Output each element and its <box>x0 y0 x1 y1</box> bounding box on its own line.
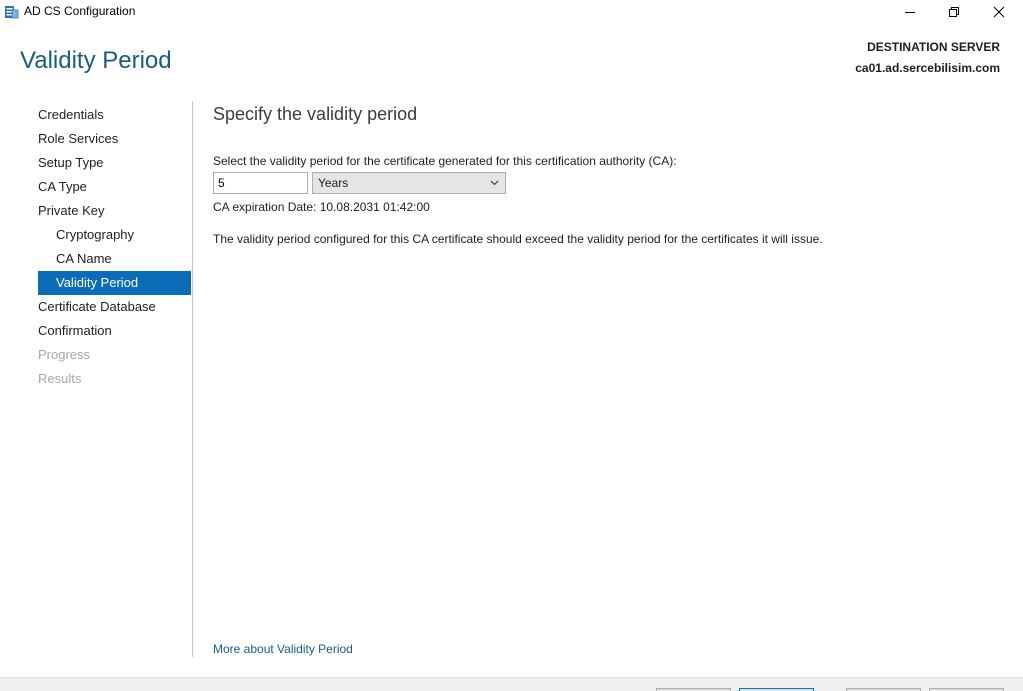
nav-item-progress: Progress <box>38 347 91 362</box>
chevron-down-icon <box>490 180 499 186</box>
ca-expiration-date: CA expiration Date: 10.08.2031 01:42:00 <box>213 200 430 214</box>
nav-item-ca-name[interactable]: CA Name <box>38 247 191 271</box>
wizard-nav: Credentials Role Services Setup Type CA … <box>38 103 191 391</box>
restore-icon <box>949 7 959 17</box>
close-button[interactable] <box>976 0 1022 24</box>
validity-note: The validity period configured for this … <box>213 232 823 246</box>
minimize-icon <box>905 12 915 13</box>
destination-server-name: ca01.ad.sercebilisim.com <box>855 61 1000 75</box>
nav-item-validity-period[interactable]: Validity Period <box>38 271 191 295</box>
title-bar: AD CS Configuration <box>0 0 1023 24</box>
validity-unit-value: Years <box>318 176 349 190</box>
restore-button[interactable] <box>931 0 977 24</box>
section-heading: Specify the validity period <box>213 104 418 124</box>
more-about-validity-link[interactable]: More about Validity Period <box>213 642 353 656</box>
window-title: AD CS Configuration <box>24 4 136 18</box>
nav-item-cryptography[interactable]: Cryptography <box>38 223 191 247</box>
minimize-button[interactable] <box>887 0 933 24</box>
destination-server-label: DESTINATION SERVER <box>867 40 1000 54</box>
nav-item-setup-type[interactable]: Setup Type <box>38 151 191 175</box>
validity-unit-select[interactable]: Years <box>312 172 506 194</box>
nav-item-results: Results <box>38 371 82 386</box>
server-manager-icon <box>5 6 19 19</box>
validity-prompt: Select the validity period for the certi… <box>213 154 677 168</box>
validity-period-input[interactable] <box>213 172 308 194</box>
nav-item-role-services[interactable]: Role Services <box>38 127 191 151</box>
footer-bar <box>0 677 1023 691</box>
nav-item-confirmation[interactable]: Confirmation <box>38 319 191 343</box>
nav-divider <box>192 101 193 657</box>
nav-item-ca-type[interactable]: CA Type <box>38 175 191 199</box>
nav-item-private-key[interactable]: Private Key <box>38 199 191 223</box>
close-icon <box>993 6 1005 18</box>
page-title: Validity Period <box>20 47 172 74</box>
nav-item-credentials[interactable]: Credentials <box>38 103 191 127</box>
nav-item-certificate-database[interactable]: Certificate Database <box>38 295 191 319</box>
